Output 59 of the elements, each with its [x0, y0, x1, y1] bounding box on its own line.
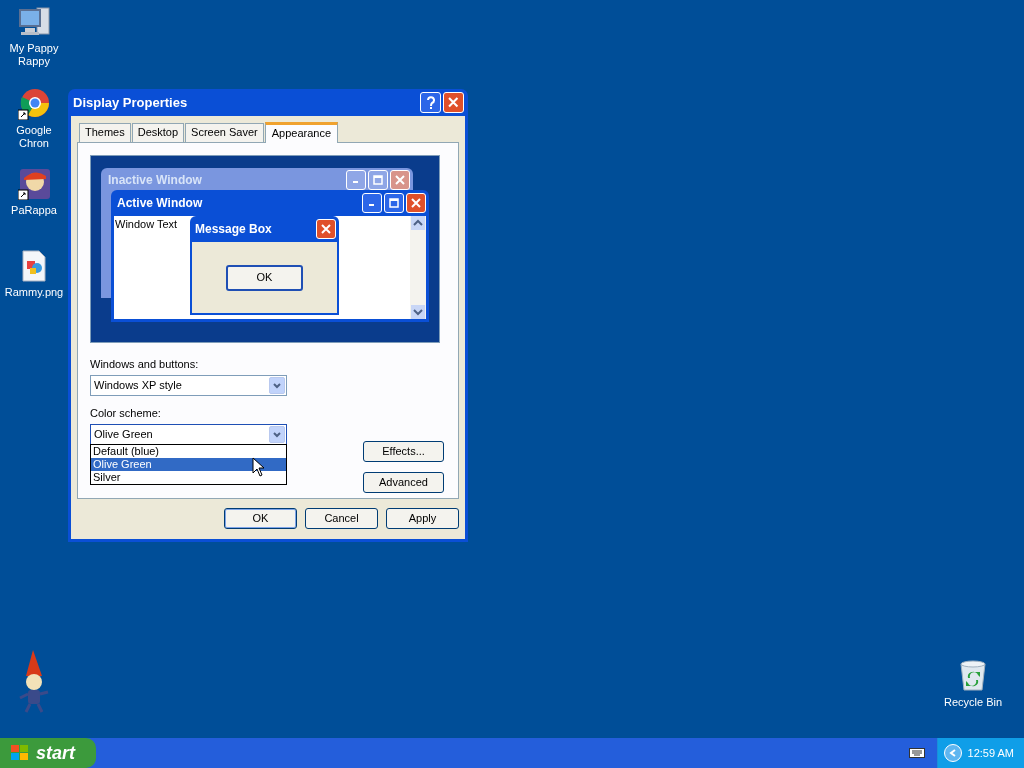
field-label: Windows and buttons:: [90, 357, 200, 371]
dialog-button[interactable]: Advanced: [363, 472, 444, 493]
tab[interactable]: Themes: [79, 123, 131, 142]
field-label: Color scheme:: [90, 406, 162, 420]
recycle-bin-icon: [958, 660, 988, 692]
ok-button[interactable]: OK: [226, 264, 303, 291]
tab[interactable]: Appearance: [264, 122, 339, 143]
close-icon: [395, 175, 405, 185]
pointer-icon: [252, 457, 266, 477]
desktop-icon-label[interactable]: Rammy.png: [4, 286, 64, 299]
dropdown-arrow-button[interactable]: [269, 377, 285, 394]
start-button[interactable]: start: [0, 738, 96, 768]
desktop-icon-label[interactable]: My Pappy Rappy: [0, 42, 68, 68]
window-title: Display Properties: [73, 93, 188, 112]
close-button[interactable]: [316, 219, 336, 239]
dialog-button[interactable]: Apply: [386, 508, 459, 529]
active-window-title: Active Window: [117, 195, 203, 212]
close-icon: [448, 97, 459, 108]
computer-icon: [17, 6, 51, 38]
tab[interactable]: Screen Saver: [185, 123, 264, 142]
windows-logo-icon: [10, 744, 30, 762]
image-file-icon: [21, 250, 47, 282]
help-icon: [425, 95, 436, 110]
dropdown-option[interactable]: Silver: [91, 471, 286, 484]
caret-icon: [273, 431, 281, 438]
help-button[interactable]: [420, 92, 441, 113]
dropdown-arrow-button[interactable]: [269, 426, 285, 443]
dialog-button[interactable]: Effects...: [363, 441, 444, 462]
avatar-shortcut-icon: [18, 168, 50, 200]
minimize-button[interactable]: [362, 193, 382, 213]
dropdown[interactable]: Olive Green: [90, 424, 287, 445]
minimize-button[interactable]: [346, 170, 366, 190]
keyboard-icon: [908, 748, 925, 758]
tab[interactable]: Desktop: [131, 123, 185, 142]
dialog-button[interactable]: OK: [224, 508, 297, 529]
caret-icon: [273, 382, 281, 389]
close-button[interactable]: [443, 92, 464, 113]
message-box-title: Message Box: [195, 221, 272, 238]
close-button[interactable]: [406, 193, 426, 213]
desktop-icon-label[interactable]: Recycle Bin: [943, 696, 1003, 709]
maximize-button[interactable]: [368, 170, 388, 190]
browser-shortcut-icon: [18, 88, 50, 120]
chevron-left-icon: [948, 749, 957, 757]
window-text: Window Text: [114, 218, 178, 230]
dropdown-option[interactable]: Olive Green: [91, 458, 286, 471]
maximize-icon: [389, 198, 399, 208]
desktop-icon-label[interactable]: Google Chron: [0, 124, 68, 150]
clock: 12:59 AM: [967, 745, 1014, 761]
close-icon: [411, 198, 421, 208]
dialog-button[interactable]: Cancel: [305, 508, 378, 529]
desktop-icon-label[interactable]: PaRappa: [11, 204, 57, 217]
close-button[interactable]: [390, 170, 410, 190]
dropdown[interactable]: Windows XP style: [90, 375, 287, 396]
expand-tray-button[interactable]: [943, 744, 962, 762]
dropdown-option[interactable]: Default (blue): [91, 445, 286, 458]
maximize-button[interactable]: [384, 193, 404, 213]
maximize-icon: [373, 175, 383, 185]
inactive-window-title: Inactive Window: [108, 172, 202, 189]
close-icon: [321, 224, 331, 234]
